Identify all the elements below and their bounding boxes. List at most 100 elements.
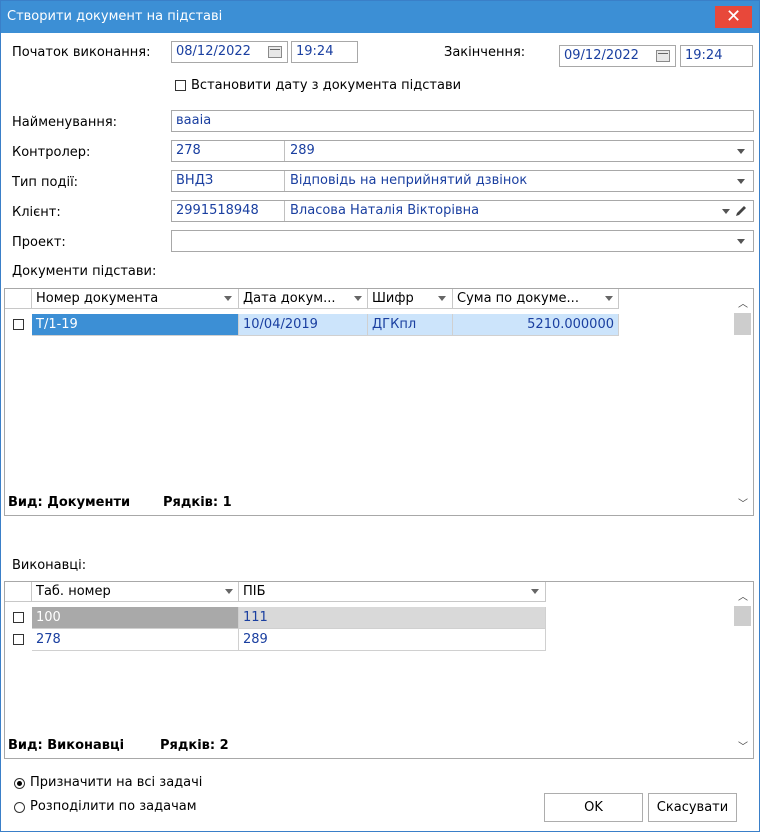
event-type-code: ВНДЗ bbox=[176, 173, 214, 188]
table-row[interactable]: Т/1-19 10/04/2019 ДГКпл 5210.000000 bbox=[5, 314, 619, 336]
event-type-select[interactable]: ВНДЗ Відповідь на неприйнятий дзвінок bbox=[171, 170, 754, 192]
chevron-down-icon[interactable] bbox=[225, 589, 233, 594]
start-time-field[interactable]: 19:24 bbox=[291, 41, 358, 63]
controller-name: 289 bbox=[290, 143, 315, 158]
start-date-value: 08/12/2022 bbox=[176, 44, 251, 59]
row-checkbox[interactable] bbox=[13, 634, 24, 645]
ok-button[interactable]: OK bbox=[544, 793, 643, 822]
dialog-window: Створити документ на підставі ✕ Початок … bbox=[0, 0, 760, 832]
end-time-value: 19:24 bbox=[685, 48, 723, 63]
event-type-name: Відповідь на неприйнятий дзвінок bbox=[290, 173, 528, 188]
dialog-title: Створити документ на підставі bbox=[7, 9, 223, 24]
project-select[interactable] bbox=[171, 230, 754, 252]
cell-full-name: 289 bbox=[239, 629, 546, 651]
name-label: Найменування: bbox=[12, 115, 118, 130]
chevron-down-icon[interactable] bbox=[737, 149, 745, 154]
calendar-icon[interactable] bbox=[656, 50, 670, 62]
cell-tab-number: 278 bbox=[32, 629, 239, 651]
client-code: 2991518948 bbox=[176, 203, 259, 218]
close-icon: ✕ bbox=[725, 6, 742, 27]
column-header-label: Шифр bbox=[372, 291, 414, 306]
column-header-code[interactable]: Шифр bbox=[368, 289, 453, 309]
scroll-up-icon[interactable]: ︿ bbox=[738, 588, 748, 603]
client-name: Власова Наталія Вікторівна bbox=[290, 203, 480, 218]
name-value: вааіа bbox=[176, 113, 212, 128]
controller-label: Контролер: bbox=[12, 145, 91, 160]
documents-section-label: Документи підстави: bbox=[12, 264, 157, 279]
project-label: Проект: bbox=[12, 235, 66, 250]
column-header-tab-number[interactable]: Таб. номер bbox=[32, 582, 239, 602]
table-row[interactable]: 100 111 bbox=[5, 607, 546, 629]
scrollbar-thumb[interactable] bbox=[734, 606, 751, 626]
column-header-amount[interactable]: Сума по докуме... bbox=[453, 289, 619, 309]
cell-tab-number: 100 bbox=[32, 607, 239, 629]
scroll-down-icon[interactable]: ﹀ bbox=[738, 738, 748, 753]
column-header-label: Дата докум... bbox=[243, 291, 336, 306]
cell-amount: 5210.000000 bbox=[453, 314, 619, 336]
client-select[interactable]: 2991518948 Власова Наталія Вікторівна bbox=[171, 200, 754, 222]
column-header-label: Номер документа bbox=[36, 291, 159, 306]
chevron-down-icon[interactable] bbox=[354, 296, 362, 301]
controller-select[interactable]: 278 289 bbox=[171, 140, 754, 162]
controller-code: 278 bbox=[176, 143, 201, 158]
distribute-tasks-radio[interactable] bbox=[14, 802, 25, 813]
distribute-tasks-label: Розподілити по задачам bbox=[30, 799, 197, 814]
header-corner bbox=[5, 289, 32, 309]
pencil-icon[interactable] bbox=[734, 204, 748, 218]
column-header-label: Сума по докуме... bbox=[457, 291, 579, 306]
divider bbox=[284, 171, 285, 191]
set-date-checkbox[interactable] bbox=[175, 80, 186, 91]
executors-footer-rows: Рядків: 2 bbox=[160, 738, 229, 753]
column-header-number[interactable]: Номер документа bbox=[32, 289, 239, 309]
start-label: Початок виконання: bbox=[12, 45, 151, 60]
title-bar: Створити документ на підставі ✕ bbox=[1, 1, 759, 33]
executors-scrollbar[interactable]: ︿ ﹀ bbox=[732, 582, 751, 758]
divider bbox=[284, 141, 285, 161]
column-header-label: Таб. номер bbox=[36, 584, 111, 599]
executors-section-label: Виконавці: bbox=[12, 558, 87, 573]
column-header-label: ПІБ bbox=[243, 584, 266, 599]
documents-scrollbar[interactable]: ︿ ﹀ bbox=[732, 289, 751, 515]
assign-all-tasks-radio[interactable] bbox=[14, 778, 25, 789]
chevron-down-icon[interactable] bbox=[438, 296, 446, 301]
chevron-down-icon[interactable] bbox=[737, 179, 745, 184]
documents-footer-rows: Рядків: 1 bbox=[163, 495, 232, 510]
end-date-field[interactable]: 09/12/2022 bbox=[559, 45, 676, 67]
column-header-full-name[interactable]: ПІБ bbox=[239, 582, 546, 602]
end-time-field[interactable]: 19:24 bbox=[680, 45, 753, 67]
table-row[interactable]: 278 289 bbox=[5, 629, 546, 651]
row-checkbox[interactable] bbox=[13, 612, 24, 623]
documents-grid: Номер документа Дата докум... Шифр Сума … bbox=[4, 288, 754, 516]
row-checkbox[interactable] bbox=[13, 319, 24, 330]
scroll-down-icon[interactable]: ﹀ bbox=[738, 495, 748, 510]
header-corner bbox=[5, 582, 32, 602]
executors-footer-view: Вид: Виконавці bbox=[8, 738, 125, 753]
set-date-label: Встановити дату з документа підстави bbox=[191, 78, 462, 93]
start-date-field[interactable]: 08/12/2022 bbox=[171, 41, 288, 63]
start-time-value: 19:24 bbox=[296, 44, 334, 59]
chevron-down-icon[interactable] bbox=[605, 296, 613, 301]
divider bbox=[284, 201, 285, 221]
chevron-down-icon[interactable] bbox=[224, 296, 232, 301]
scrollbar-thumb[interactable] bbox=[734, 313, 751, 335]
close-button[interactable]: ✕ bbox=[715, 6, 752, 28]
cell-date: 10/04/2019 bbox=[239, 314, 368, 336]
cell-code: ДГКпл bbox=[368, 314, 453, 336]
cell-full-name: 111 bbox=[239, 607, 546, 629]
client-label: Клієнт: bbox=[12, 205, 61, 220]
executors-grid: Таб. номер ПІБ 100 111 278 289 ︿ ﹀ Вид: … bbox=[4, 581, 754, 759]
end-date-value: 09/12/2022 bbox=[564, 48, 639, 63]
event-type-label: Тип події: bbox=[12, 175, 79, 190]
scroll-up-icon[interactable]: ︿ bbox=[738, 295, 748, 310]
cell-number: Т/1-19 bbox=[32, 314, 239, 336]
chevron-down-icon[interactable] bbox=[737, 239, 745, 244]
calendar-icon[interactable] bbox=[268, 46, 282, 58]
documents-footer-view: Вид: Документи bbox=[8, 495, 131, 510]
end-label: Закінчення: bbox=[444, 45, 526, 60]
name-input[interactable]: вааіа bbox=[171, 110, 754, 132]
chevron-down-icon[interactable] bbox=[531, 589, 539, 594]
assign-all-tasks-label: Призначити на всі задачі bbox=[30, 775, 203, 790]
cancel-button[interactable]: Скасувати bbox=[648, 793, 737, 822]
column-header-date[interactable]: Дата докум... bbox=[239, 289, 368, 309]
chevron-down-icon[interactable] bbox=[722, 209, 730, 214]
